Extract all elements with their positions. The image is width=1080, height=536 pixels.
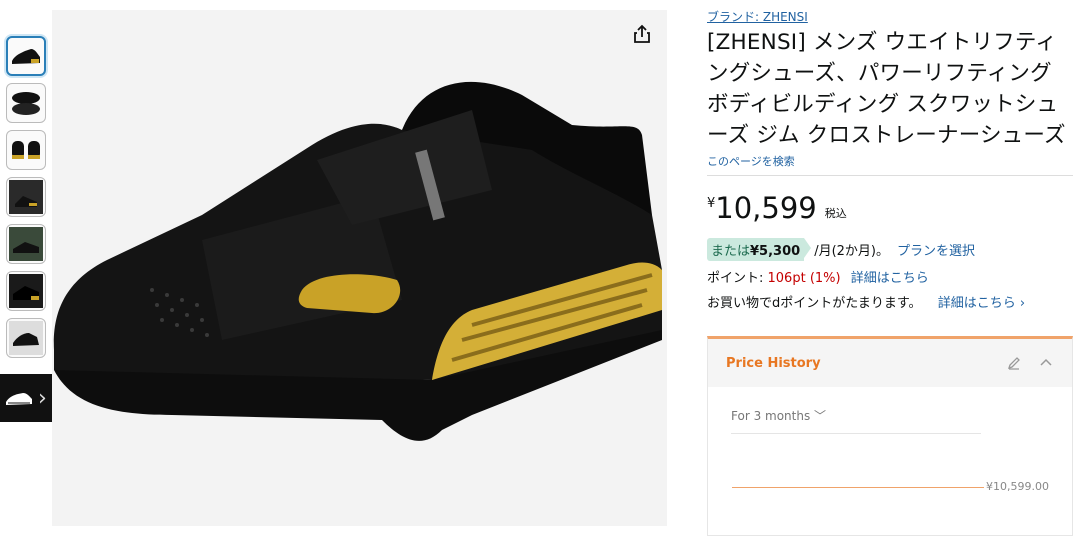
plan-prefix: または [711,244,751,259]
currency-symbol: ¥ [707,196,716,211]
shoe-thumbnail-icon [12,141,40,159]
thumbnail-strip [6,36,50,365]
price-line-value: ¥10,599.00 [986,480,1049,493]
thumbnail-4[interactable] [6,177,46,217]
shoe-thumbnail-icon [9,227,43,261]
select-plan-link[interactable]: プランを選択 [897,240,975,259]
chevron-down-icon: ﹀ [814,409,827,423]
shoe-image [53,81,662,441]
price: ¥ 10,599 税込 [707,192,1073,224]
price-history-actions [1006,355,1054,371]
edit-icon[interactable] [1006,355,1022,371]
thumbnail-7[interactable] [6,318,46,358]
product-title: [ZHENSI] メンズ ウエイトリフティングシューズ、パワーリフティングボディ… [707,30,1066,148]
shoe-thumbnail-icon [9,321,43,355]
points-percent: (1%) [809,271,841,286]
price-amount: 10,599 [715,191,817,225]
thumbnail-1[interactable] [6,36,46,76]
more-images-tab[interactable]: › [0,374,58,422]
plan-suffix: /月(2か月)。 [814,244,889,259]
price-line [732,487,984,488]
shoe-thumbnail-icon [12,92,40,115]
tax-note: 税込 [824,207,847,220]
thumbnail-2[interactable] [6,83,46,123]
shoe-thumbnail-icon [9,180,43,214]
shoe-thumbnail-icon [9,274,43,308]
range-selector[interactable]: For 3 months ﹀ [731,407,981,434]
chevron-right-icon: › [38,385,47,411]
chevron-up-icon[interactable] [1038,355,1054,371]
thumbnail-3[interactable] [6,130,46,170]
price-history-panel: Price History For 3 months ﹀ ¥10,599.00 [707,336,1073,536]
thumbnail-6[interactable] [6,271,46,311]
dpoint-details-link[interactable]: 詳細はこちら › [938,296,1025,311]
shoe-thumbnail-icon [12,49,40,64]
product-info: ブランド: ZHENSI [ZHENSI] メンズ ウエイトリフティングシューズ… [707,8,1073,311]
share-icon [634,24,650,43]
points-label: ポイント: [707,271,768,286]
installment-plan: または¥5,300 /月(2か月)。 プランを選択 [707,238,1073,261]
brand-link[interactable]: ブランド: ZHENSI [707,8,1073,25]
dpoint-text: お買い物でdポイントがたまります。 [707,296,922,311]
price-history-header: Price History [708,339,1072,387]
points-details-link[interactable]: 詳細はこちら [851,271,929,286]
share-button[interactable] [628,20,656,48]
price-history-title: Price History [726,355,821,371]
thumbnail-5[interactable] [6,224,46,264]
search-page-link[interactable]: このページを検索 [707,153,1073,169]
main-product-image[interactable] [52,10,667,526]
points-row: ポイント: 106pt (1%) 詳細はこちら [707,267,1073,286]
plan-badge: または¥5,300 [707,238,812,261]
plan-amount: ¥5,300 [750,244,801,259]
shoe-thumbnail-icon [6,393,32,405]
points-value: 106pt [767,271,806,286]
range-label: For 3 months [731,409,811,423]
dpoint-row: お買い物でdポイントがたまります。 詳細はこちら › [707,292,1073,311]
divider [707,175,1073,176]
